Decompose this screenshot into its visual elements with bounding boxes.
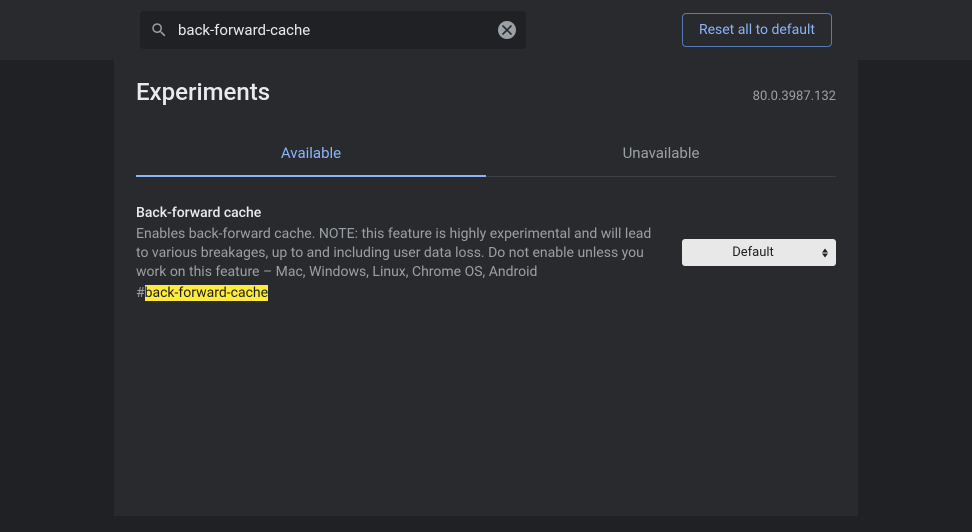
- clear-search-icon[interactable]: [498, 21, 516, 39]
- tab-unavailable[interactable]: Unavailable: [486, 130, 836, 176]
- reset-all-button[interactable]: Reset all to default: [682, 13, 832, 47]
- flag-select[interactable]: Default: [682, 239, 836, 266]
- flag-hash-highlight: back-forward-cache: [145, 285, 268, 301]
- flag-text: Back-forward cache Enables back-forward …: [136, 205, 666, 301]
- tab-bar: Available Unavailable: [136, 130, 836, 177]
- flag-hash-prefix: #: [136, 285, 145, 301]
- flag-hash[interactable]: #back-forward-cache: [136, 285, 666, 301]
- top-bar: Reset all to default: [0, 0, 972, 60]
- search-icon: [150, 21, 168, 39]
- bottom-strip: [0, 516, 972, 532]
- flag-title: Back-forward cache: [136, 205, 666, 221]
- flag-description: Enables back-forward cache. NOTE: this f…: [136, 225, 666, 282]
- experiments-panel: Experiments 80.0.3987.132 Available Unav…: [114, 60, 858, 532]
- content-outer: Experiments 80.0.3987.132 Available Unav…: [0, 60, 972, 532]
- version-label: 80.0.3987.132: [753, 89, 836, 104]
- search-input[interactable]: [178, 21, 488, 39]
- tab-available[interactable]: Available: [136, 130, 486, 176]
- search-box[interactable]: [140, 11, 526, 49]
- flag-control: Default: [682, 239, 836, 266]
- page-title: Experiments: [136, 78, 270, 106]
- header-row: Experiments 80.0.3987.132: [136, 78, 836, 106]
- flag-row: Back-forward cache Enables back-forward …: [136, 177, 836, 301]
